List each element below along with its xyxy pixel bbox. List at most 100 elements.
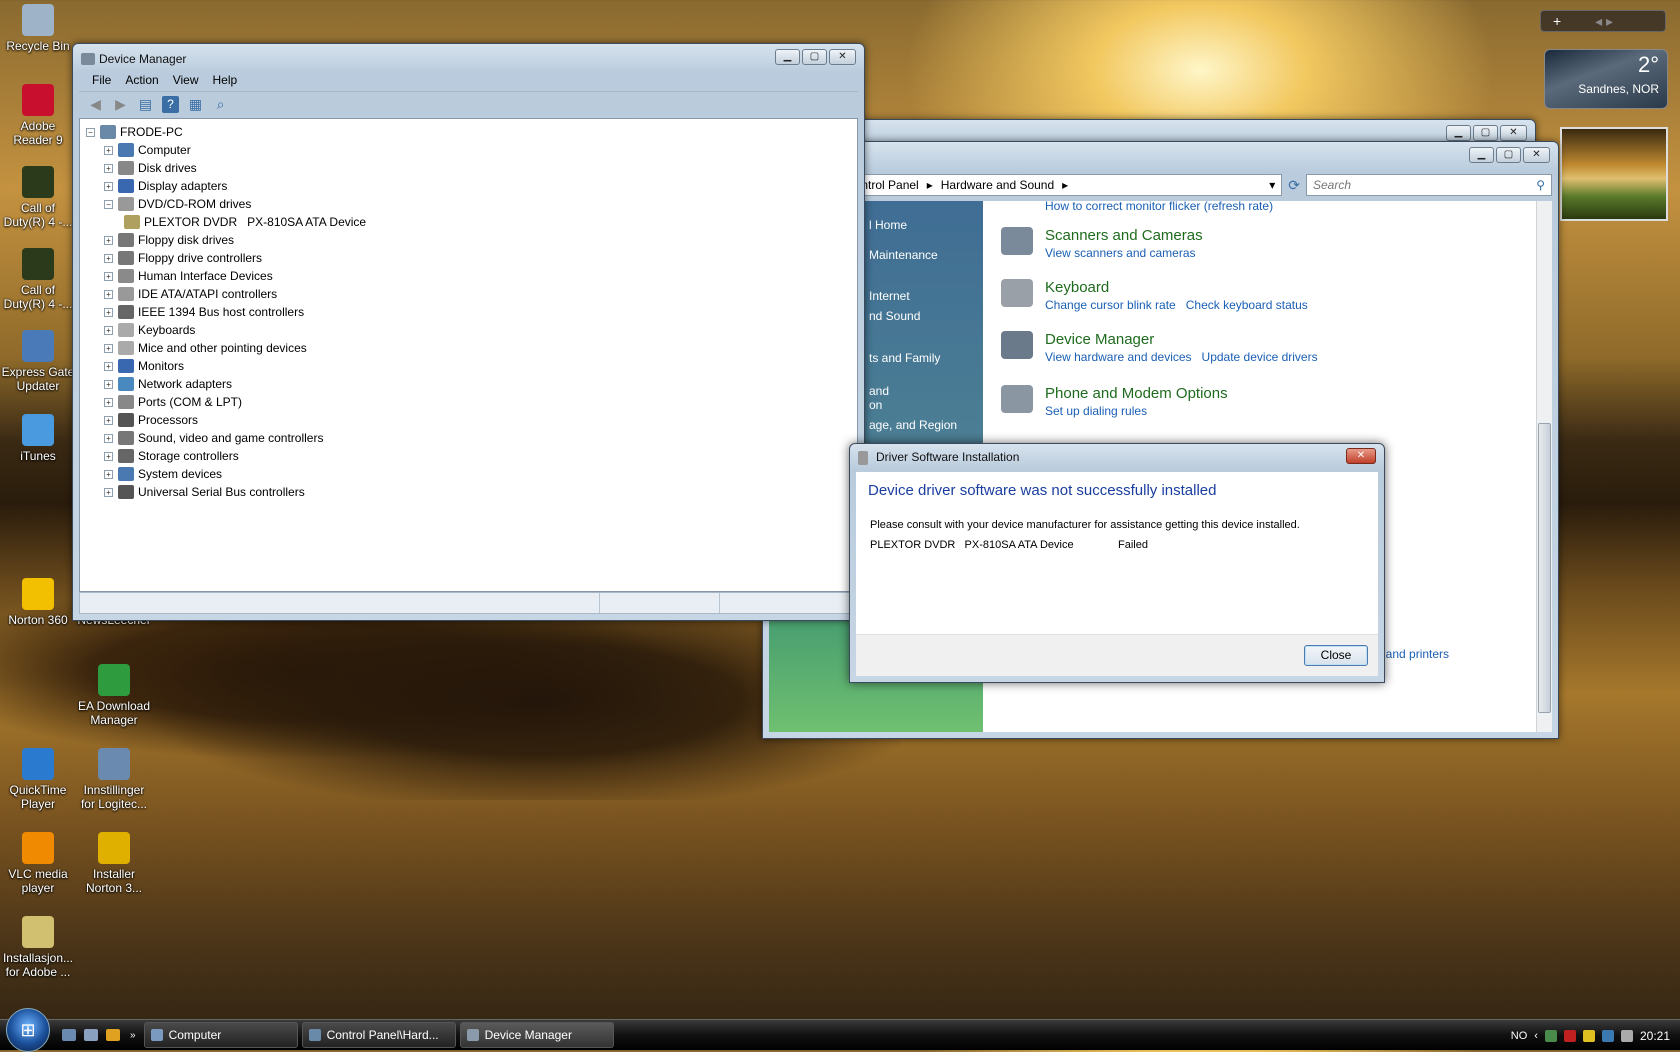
network-icon[interactable] <box>1601 1029 1614 1042</box>
category-link[interactable]: View scanners and cameras <box>1045 245 1196 261</box>
tree-node[interactable]: + Human Interface Devices <box>86 267 857 285</box>
close-icon[interactable]: ✕ <box>1500 125 1527 141</box>
slideshow-gadget[interactable] <box>1560 127 1668 221</box>
menu-view[interactable]: View <box>166 70 206 90</box>
side-link-maintenance[interactable]: Maintenance <box>869 248 938 262</box>
quicklaunch-more-icon[interactable]: » <box>130 1030 136 1041</box>
side-link-home[interactable]: l Home <box>869 218 907 232</box>
expand-icon[interactable]: + <box>104 487 113 497</box>
tree-node[interactable]: + Disk drives <box>86 159 857 177</box>
tree-node[interactable]: + Processors <box>86 411 857 429</box>
desktop-icon[interactable]: iTunes <box>0 414 76 463</box>
desktop-icon[interactable]: Installasjon... for Adobe ... <box>0 916 76 979</box>
tree-node[interactable]: + Universal Serial Bus controllers <box>86 483 857 501</box>
expand-icon[interactable]: + <box>104 235 113 245</box>
back-icon[interactable]: ◀ <box>87 96 104 113</box>
tree-node[interactable]: + IEEE 1394 Bus host controllers <box>86 303 857 321</box>
tree-node[interactable]: + Computer <box>86 141 857 159</box>
category-link[interactable]: Update device drivers <box>1202 349 1318 365</box>
tree-node[interactable]: + Storage controllers <box>86 447 857 465</box>
close-icon[interactable]: ✕ <box>1346 448 1376 464</box>
search-input[interactable]: Search ⚲ <box>1306 174 1552 196</box>
minimize-icon[interactable]: ▁ <box>1446 125 1471 141</box>
category-link[interactable]: Change cursor blink rate <box>1045 297 1176 313</box>
media-player-icon[interactable] <box>106 1029 120 1041</box>
tree-node[interactable]: + Floppy drive controllers <box>86 249 857 267</box>
desktop-icon[interactable]: Norton 360 <box>0 578 76 627</box>
desktop-icon[interactable]: Adobe Reader 9 <box>0 84 76 147</box>
expand-icon[interactable]: + <box>104 325 113 335</box>
vertical-scrollbar[interactable] <box>1536 201 1552 732</box>
driver-install-dialog[interactable]: Driver Software Installation ✕ Device dr… <box>849 443 1385 683</box>
tree-node[interactable]: + Ports (COM & LPT) <box>86 393 857 411</box>
expand-icon[interactable]: + <box>104 343 113 353</box>
ati-icon[interactable] <box>1563 1029 1576 1042</box>
category-link[interactable]: View hardware and devices <box>1045 349 1192 365</box>
tree-node[interactable]: + Network adapters <box>86 375 857 393</box>
close-icon[interactable]: ✕ <box>829 49 856 65</box>
tree-node[interactable]: + Display adapters <box>86 177 857 195</box>
volume-icon[interactable] <box>1620 1029 1633 1042</box>
tree-root[interactable]: − FRODE-PC <box>86 123 857 141</box>
menu-action[interactable]: Action <box>118 70 165 90</box>
category-title[interactable]: Keyboard <box>1045 279 1308 297</box>
search-icon[interactable]: ⚲ <box>1536 178 1545 192</box>
expand-icon[interactable]: + <box>104 433 113 443</box>
desktop-icon[interactable]: Innstillinger for Logitec... <box>76 748 152 811</box>
category-title[interactable]: Scanners and Cameras <box>1045 227 1203 245</box>
desktop-icon[interactable]: QuickTime Player <box>0 748 76 811</box>
expand-icon[interactable]: + <box>104 379 113 389</box>
side-link-appearance-1[interactable]: and <box>869 384 889 398</box>
desktop-icon[interactable]: Recycle Bin <box>0 4 76 53</box>
tree-node[interactable]: − DVD/CD-ROM drives <box>86 195 857 213</box>
switch-windows-icon[interactable] <box>84 1029 98 1041</box>
chevron-right-icon[interactable]: ▸ <box>1062 178 1068 192</box>
task-control-panel[interactable]: Control Panel\Hard... <box>301 1022 456 1048</box>
expand-icon[interactable]: + <box>104 289 113 299</box>
language-indicator[interactable]: NO <box>1511 1030 1528 1042</box>
tree-node[interactable]: + IDE ATA/ATAPI controllers <box>86 285 857 303</box>
desktop-icon[interactable]: Express Gate Updater <box>0 330 76 393</box>
desktop-icon[interactable]: VLC media player <box>0 832 76 895</box>
expand-icon[interactable]: + <box>104 145 113 155</box>
category-link[interactable]: Set up dialing rules <box>1045 403 1147 419</box>
expand-icon[interactable]: + <box>104 397 113 407</box>
expand-icon[interactable]: + <box>104 271 113 281</box>
menu-help[interactable]: Help <box>206 70 245 90</box>
properties-icon[interactable]: ▦ <box>187 96 204 113</box>
link-monitor-flicker[interactable]: How to correct monitor flicker (refresh … <box>1045 199 1273 213</box>
show-hide-tree-icon[interactable]: ▤ <box>137 96 154 113</box>
desktop-icon[interactable]: EA Download Manager <box>76 664 152 727</box>
side-link-region[interactable]: age, and Region <box>869 418 957 432</box>
tree-node[interactable]: PLEXTOR DVDR PX-810SA ATA Device <box>86 213 857 231</box>
show-desktop-icon[interactable] <box>62 1029 76 1041</box>
weather-gadget[interactable]: 2° Sandnes, NOR <box>1544 49 1668 109</box>
expand-icon[interactable]: + <box>104 469 113 479</box>
maximize-icon[interactable]: ▢ <box>1473 125 1498 141</box>
expand-icon[interactable]: + <box>104 307 113 317</box>
refresh-icon[interactable]: ⟳ <box>1288 177 1300 194</box>
desktop-icon[interactable]: Installer Norton 3... <box>76 832 152 895</box>
category-title[interactable]: Phone and Modem Options <box>1045 385 1228 403</box>
tree-node[interactable]: + System devices <box>86 465 857 483</box>
minimize-icon[interactable]: ▁ <box>775 49 800 65</box>
tree-node[interactable]: + Monitors <box>86 357 857 375</box>
task-computer[interactable]: Computer <box>143 1022 298 1048</box>
start-button[interactable]: ⊞ <box>6 1008 50 1052</box>
forward-icon[interactable]: ▶ <box>112 96 129 113</box>
side-link-internet[interactable]: Internet <box>869 289 910 303</box>
expand-icon[interactable]: + <box>104 415 113 425</box>
tree-node[interactable]: + Keyboards <box>86 321 857 339</box>
collapse-icon[interactable]: − <box>86 127 95 137</box>
expand-icon[interactable]: + <box>104 361 113 371</box>
tree-node[interactable]: + Sound, video and game controllers <box>86 429 857 447</box>
expand-icon[interactable]: + <box>104 253 113 263</box>
gadget-toolbar[interactable]: + ◂ ▸ <box>1540 10 1666 32</box>
side-link-family[interactable]: ts and Family <box>869 351 940 365</box>
expand-icon[interactable]: + <box>104 163 113 173</box>
side-link-sound[interactable]: nd Sound <box>869 309 920 323</box>
expand-icon[interactable]: + <box>104 451 113 461</box>
menu-file[interactable]: File <box>85 70 118 90</box>
category-link[interactable]: Check keyboard status <box>1186 297 1308 313</box>
scroll-thumb[interactable] <box>1538 423 1551 713</box>
